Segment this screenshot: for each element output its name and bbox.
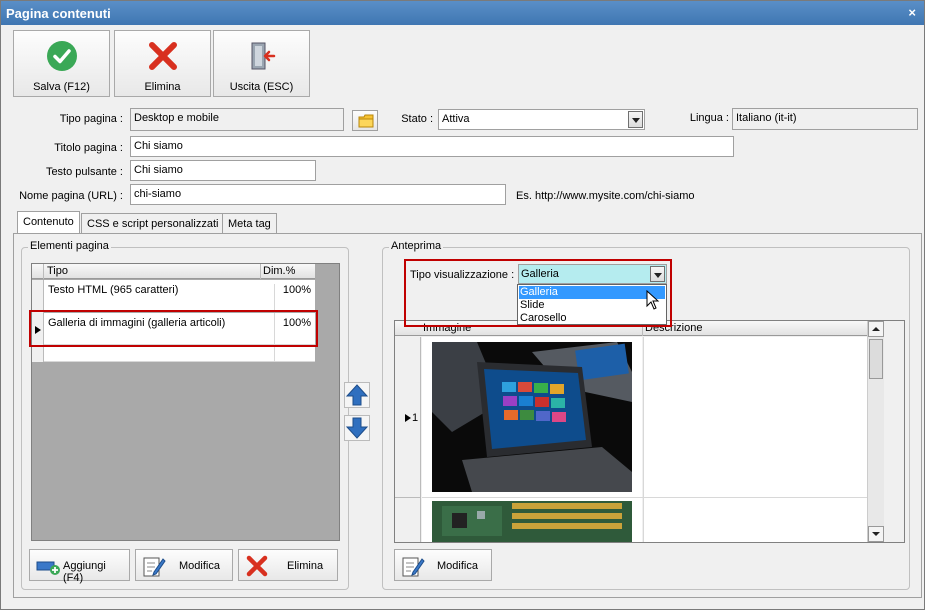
tipo-visualizzazione-value: Galleria xyxy=(521,268,559,280)
edit-preview-button[interactable]: Modifica xyxy=(394,549,492,581)
option-carosello[interactable]: Carosello xyxy=(519,312,665,325)
nome-pagina-label: Nome pagina (URL) : xyxy=(19,190,123,202)
row-dim: 100% xyxy=(282,317,311,329)
add-item-icon xyxy=(36,561,60,575)
elementi-grid-header: Tipo Dim.% xyxy=(32,264,315,279)
current-row-indicator-icon xyxy=(405,414,411,422)
vertical-scrollbar[interactable] xyxy=(867,321,884,542)
tipo-pagina-field: Desktop e mobile xyxy=(130,108,344,131)
row-header-column xyxy=(395,337,421,542)
close-icon[interactable]: × xyxy=(908,5,916,20)
row-index: 1 xyxy=(412,412,419,424)
arrow-up-icon xyxy=(345,384,369,406)
titolo-pagina-label: Titolo pagina : xyxy=(54,142,123,154)
tab-contenuto[interactable]: Contenuto xyxy=(17,211,80,234)
chevron-down-icon[interactable] xyxy=(650,266,665,282)
table-row[interactable]: Testo HTML (965 caratteri) 100% xyxy=(44,280,315,312)
elementi-pagina-title: Elementi pagina xyxy=(28,240,111,252)
arrow-down-icon xyxy=(345,417,369,439)
option-galleria[interactable]: Galleria xyxy=(519,286,665,299)
scroll-thumb[interactable] xyxy=(869,339,883,379)
table-row[interactable]: Galleria di immagini (galleria articoli)… xyxy=(44,313,315,345)
url-hint: Es. http://www.mysite.com/chi-siamo xyxy=(516,190,695,202)
anteprima-grid[interactable]: Immagine Descrizione 1 xyxy=(394,320,905,543)
edit-document-icon xyxy=(143,557,166,577)
delete-button-label: Elimina xyxy=(144,81,181,93)
check-icon xyxy=(47,41,77,71)
table-row-empty xyxy=(44,346,315,362)
option-slide[interactable]: Slide xyxy=(519,299,665,312)
edit-preview-label: Modifica xyxy=(437,560,478,572)
exit-button[interactable]: Uscita (ESC) xyxy=(213,30,310,97)
tipo-visualizzazione-combo[interactable]: Galleria xyxy=(518,264,667,284)
motherboard-image xyxy=(432,501,632,542)
delete-button[interactable]: Elimina xyxy=(114,30,211,97)
tipo-pagina-label: Tipo pagina : xyxy=(59,113,123,125)
scroll-up-arrow-icon[interactable] xyxy=(868,321,884,337)
lingua-label: Lingua : xyxy=(689,112,729,124)
testo-pulsante-label: Testo pulsante : xyxy=(45,166,123,178)
save-button[interactable]: Salva (F12) xyxy=(13,30,110,97)
current-row-indicator-icon xyxy=(35,326,41,334)
add-element-label: Aggiungi (F4) xyxy=(63,560,106,584)
anteprima-title: Anteprima xyxy=(389,240,444,252)
move-up-button[interactable] xyxy=(344,382,370,408)
row-tipo: Galleria di immagini (galleria articoli) xyxy=(48,317,226,329)
laptop-image xyxy=(432,342,632,492)
title-bar: Pagina contenuti × xyxy=(1,1,924,25)
col-immagine-header: Immagine xyxy=(423,322,472,334)
tipo-visualizzazione-dropdown[interactable]: Galleria Slide Carosello xyxy=(517,284,667,325)
description-cell xyxy=(643,337,867,542)
red-x-icon xyxy=(246,555,268,577)
window-title: Pagina contenuti xyxy=(6,6,111,21)
row-dim: 100% xyxy=(282,284,311,296)
add-element-button[interactable]: Aggiungi (F4) xyxy=(29,549,130,584)
mouse-cursor-icon xyxy=(646,290,660,310)
tipo-visualizzazione-label: Tipo visualizzazione : xyxy=(410,269,515,281)
exit-button-label: Uscita (ESC) xyxy=(229,81,294,93)
row-tipo: Testo HTML (965 caratteri) xyxy=(48,284,179,296)
row-header-column xyxy=(32,280,44,362)
titolo-pagina-input[interactable]: Chi siamo xyxy=(130,136,734,157)
stato-combo[interactable]: Attiva xyxy=(438,109,645,130)
exit-door-icon xyxy=(251,42,276,70)
folder-icon xyxy=(358,114,374,128)
col-tipo-header: Tipo xyxy=(47,265,68,277)
lingua-field: Italiano (it-it) xyxy=(732,108,918,130)
nome-pagina-input[interactable]: chi-siamo xyxy=(130,184,506,205)
delete-element-label: Elimina xyxy=(287,560,324,572)
pagina-contenuti-window: Pagina contenuti × Salva (F12) Elimina U… xyxy=(0,0,925,610)
edit-element-label: Modifica xyxy=(179,560,220,572)
chevron-down-icon[interactable] xyxy=(628,111,643,128)
scroll-down-arrow-icon[interactable] xyxy=(868,526,884,542)
elementi-grid[interactable]: Tipo Dim.% Testo HTML (965 caratteri) 10… xyxy=(31,263,340,541)
stato-label: Stato : xyxy=(401,113,433,125)
edit-document-icon xyxy=(402,557,425,577)
col-dim-header: Dim.% xyxy=(263,265,296,277)
delete-element-button[interactable]: Elimina xyxy=(238,549,338,581)
tab-meta-tag[interactable]: Meta tag xyxy=(222,213,277,234)
stato-value: Attiva xyxy=(442,113,470,125)
edit-element-button[interactable]: Modifica xyxy=(135,549,233,581)
save-button-label: Salva (F12) xyxy=(33,81,90,93)
tab-css-script[interactable]: CSS e script personalizzati xyxy=(81,213,225,234)
testo-pulsante-input[interactable]: Chi siamo xyxy=(130,160,316,181)
red-x-icon xyxy=(149,42,177,70)
tipo-pagina-picker-button[interactable] xyxy=(352,110,378,131)
move-down-button[interactable] xyxy=(344,415,370,441)
